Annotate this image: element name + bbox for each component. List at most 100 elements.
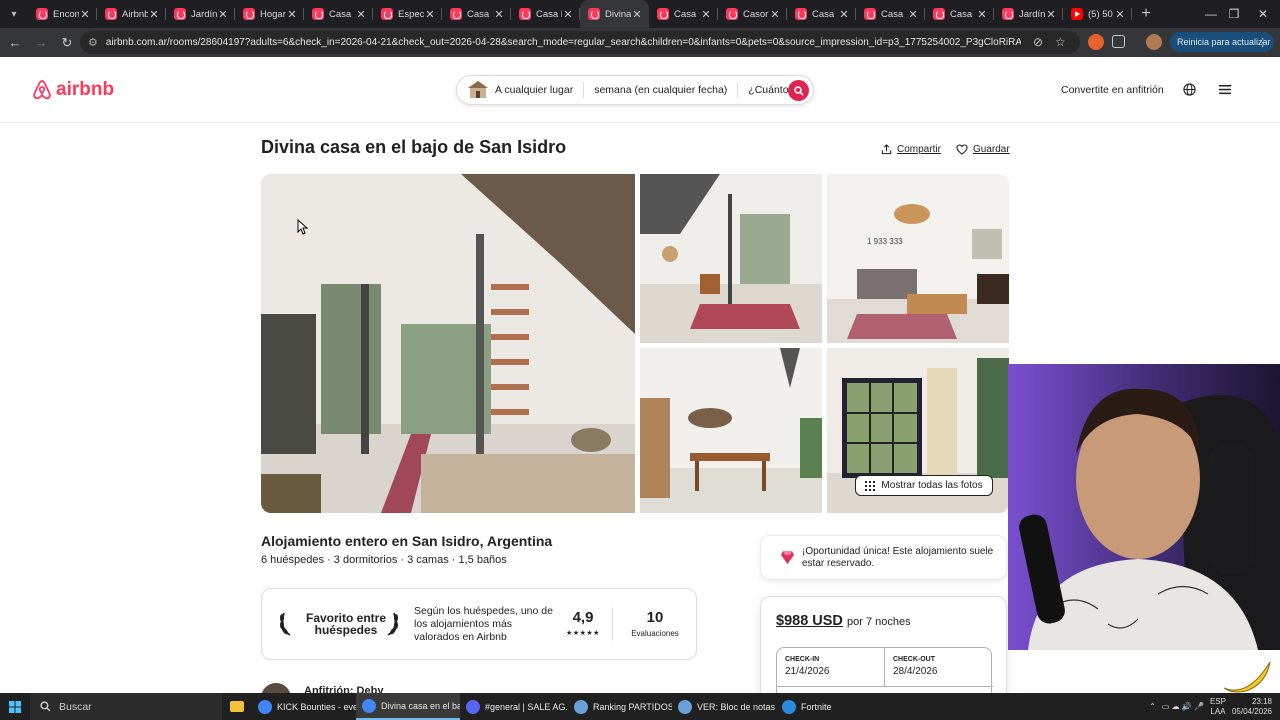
tab-close-icon[interactable]: ✕ — [976, 8, 988, 21]
host-avatar[interactable] — [261, 683, 291, 693]
search-bar[interactable]: A cualquier lugar semana (en cualquier f… — [456, 75, 814, 105]
browser-tab[interactable]: Casor ✕ — [718, 0, 787, 28]
tab-close-icon[interactable]: ✕ — [700, 8, 712, 21]
airbnb-wordmark: airbnb — [56, 79, 115, 100]
photo-3[interactable]: 1 933 333 — [827, 174, 1009, 343]
taskbar-item[interactable]: KICK Bounties - eve... — [252, 693, 356, 720]
share-button[interactable]: Compartir — [881, 144, 941, 155]
tab-close-icon[interactable]: ✕ — [148, 8, 160, 21]
address-bar[interactable]: ⚙ airbnb.com.ar/rooms/28604197?adults=6&… — [80, 31, 1080, 54]
airbnb-logo[interactable]: airbnb — [31, 79, 114, 101]
browser-tab[interactable]: Airbnb ✕ — [97, 0, 166, 28]
language-indicator[interactable]: ESP LAA — [1210, 697, 1226, 717]
become-host-link[interactable]: Convertite en anfitrión — [1061, 84, 1164, 96]
show-all-photos-button[interactable]: Mostrar todas las fotos — [855, 475, 993, 496]
search-where[interactable]: A cualquier lugar — [495, 84, 583, 96]
new-tab-button[interactable]: + — [1132, 5, 1160, 23]
checkout-field[interactable]: CHECK-OUT 28/4/2026 — [885, 648, 993, 686]
close-window-icon[interactable]: ✕ — [1240, 0, 1280, 28]
price-total[interactable]: $988 USD — [776, 613, 843, 629]
tab-close-icon[interactable]: ✕ — [562, 8, 574, 21]
taskbar-item[interactable]: VER: Bloc de notas — [672, 693, 776, 720]
taskbar-item-label: #general | SALE AG... — [485, 701, 568, 712]
browser-tab[interactable]: Jardín ✕ — [166, 0, 235, 28]
browser-tab[interactable]: Casa ✕ — [649, 0, 718, 28]
search-button[interactable] — [788, 80, 809, 101]
tab-close-icon[interactable]: ✕ — [424, 8, 436, 21]
browser-tab[interactable]: Divina ✕ — [580, 0, 649, 28]
browser-tab[interactable]: Casa l ✕ — [511, 0, 580, 28]
tab-search-icon[interactable]: ▾ — [0, 0, 28, 28]
guest-favorite-card[interactable]: Favorito entre huéspedes Según los huésp… — [261, 588, 697, 660]
search-when[interactable]: semana (en cualquier fecha) — [584, 84, 737, 96]
browser-tab[interactable]: Encon ✕ — [28, 0, 97, 28]
photo-2[interactable] — [640, 174, 822, 343]
taskbar-item-label: VER: Bloc de notas — [697, 701, 776, 712]
kebab-menu-icon[interactable]: ⋮ — [1257, 36, 1268, 49]
browser-tab[interactable]: Jardín ✕ — [994, 0, 1063, 28]
tray-chevron-icon[interactable]: ⌃ — [1149, 702, 1156, 711]
taskbar-item[interactable]: Fortnite — [776, 693, 836, 720]
windows-start-button[interactable] — [0, 693, 30, 720]
tab-close-icon[interactable]: ✕ — [769, 8, 781, 21]
photo-4[interactable] — [640, 348, 822, 513]
airbnb-favicon-icon — [795, 8, 807, 20]
tab-close-icon[interactable]: ✕ — [493, 8, 505, 21]
chrome-icon — [362, 698, 376, 713]
airbnb-favicon-icon — [519, 8, 531, 20]
bookmark-star-icon[interactable]: ☆ — [1055, 35, 1066, 49]
reviews-count[interactable]: 10 — [630, 609, 680, 626]
checkin-field[interactable]: CHECK-IN 21/4/2026 — [777, 648, 885, 686]
divider — [612, 607, 613, 641]
tab-close-icon[interactable]: ✕ — [355, 8, 367, 21]
tab-close-icon[interactable]: ✕ — [907, 8, 919, 21]
extensions-puzzle-icon[interactable] — [1112, 35, 1125, 48]
browser-tab[interactable]: Casa ✕ — [787, 0, 856, 28]
tab-close-icon[interactable]: ✕ — [631, 8, 643, 21]
taskbar-item-label: Ranking PARTIDOS ... — [593, 701, 672, 712]
update-button[interactable]: Reinicia para actualizar ⋮ — [1170, 32, 1274, 52]
browser-tab-strip: ▾ Encon ✕ Airbnb ✕ Jardín ✕ Hogar ✕ Casa ✕ Espec ✕ C… — [0, 0, 1280, 28]
profile-avatar[interactable] — [1146, 34, 1162, 50]
clock[interactable]: 23:18 05/04/2026 — [1232, 697, 1272, 717]
tab-close-icon[interactable]: ✕ — [79, 8, 91, 21]
tab-close-icon[interactable]: ✕ — [1114, 8, 1126, 21]
tab-close-icon[interactable]: ✕ — [838, 8, 850, 21]
tab-close-icon[interactable]: ✕ — [217, 8, 229, 21]
reload-icon[interactable]: ↻ — [55, 31, 79, 55]
globe-icon[interactable] — [1183, 83, 1196, 96]
tab-title: Casor — [743, 8, 769, 20]
taskbar-search[interactable]: Buscar — [30, 693, 222, 720]
browser-tab[interactable]: Casa ✕ — [925, 0, 994, 28]
tab-close-icon[interactable]: ✕ — [1045, 8, 1057, 21]
reviews-label[interactable]: Evaluaciones — [620, 629, 690, 638]
main-photo[interactable] — [261, 174, 635, 513]
notepad-icon — [574, 699, 588, 714]
taskbar-item[interactable]: #general | SALE AG... — [460, 693, 568, 720]
save-button[interactable]: Guardar — [956, 144, 1010, 155]
extension-icon[interactable] — [1088, 34, 1104, 50]
browser-tab[interactable]: Hogar ✕ — [235, 0, 304, 28]
tray-icons[interactable]: ▭ ☁ 🔊 🎤 — [1162, 702, 1204, 711]
eye-off-icon[interactable]: ⊘ — [1033, 35, 1043, 49]
booking-card: $988 USD por 7 noches CHECK-IN 21/4/2026… — [760, 596, 1007, 706]
browser-tab[interactable]: Casa ✕ — [856, 0, 925, 28]
taskbar-item[interactable]: Divina casa en el ba... — [356, 693, 460, 720]
browser-tab[interactable]: Casa ✕ — [304, 0, 373, 28]
browser-tab[interactable]: Espec ✕ — [373, 0, 442, 28]
browser-tab[interactable]: Casa ✕ — [442, 0, 511, 28]
host-row[interactable]: Anfitrión: Deby — [261, 683, 461, 693]
back-icon[interactable]: ← — [3, 31, 27, 55]
url-text[interactable]: airbnb.com.ar/rooms/28604197?adults=6&ch… — [106, 37, 1021, 48]
hamburger-menu-icon[interactable] — [1219, 84, 1231, 95]
tab-close-icon[interactable]: ✕ — [286, 8, 298, 21]
fortnite-icon — [782, 699, 796, 714]
tab-title: Casa — [329, 8, 352, 20]
taskbar-item[interactable]: Ranking PARTIDOS ... — [568, 693, 672, 720]
file-explorer-icon[interactable] — [222, 693, 252, 720]
airbnb-logo-icon — [33, 80, 51, 100]
browser-tab[interactable]: (5) 50 ✕ — [1063, 0, 1132, 28]
forward-icon[interactable]: → — [29, 31, 53, 55]
rating-stars: ★★★★★ — [566, 630, 600, 637]
site-info-icon[interactable]: ⚙ — [88, 36, 98, 49]
